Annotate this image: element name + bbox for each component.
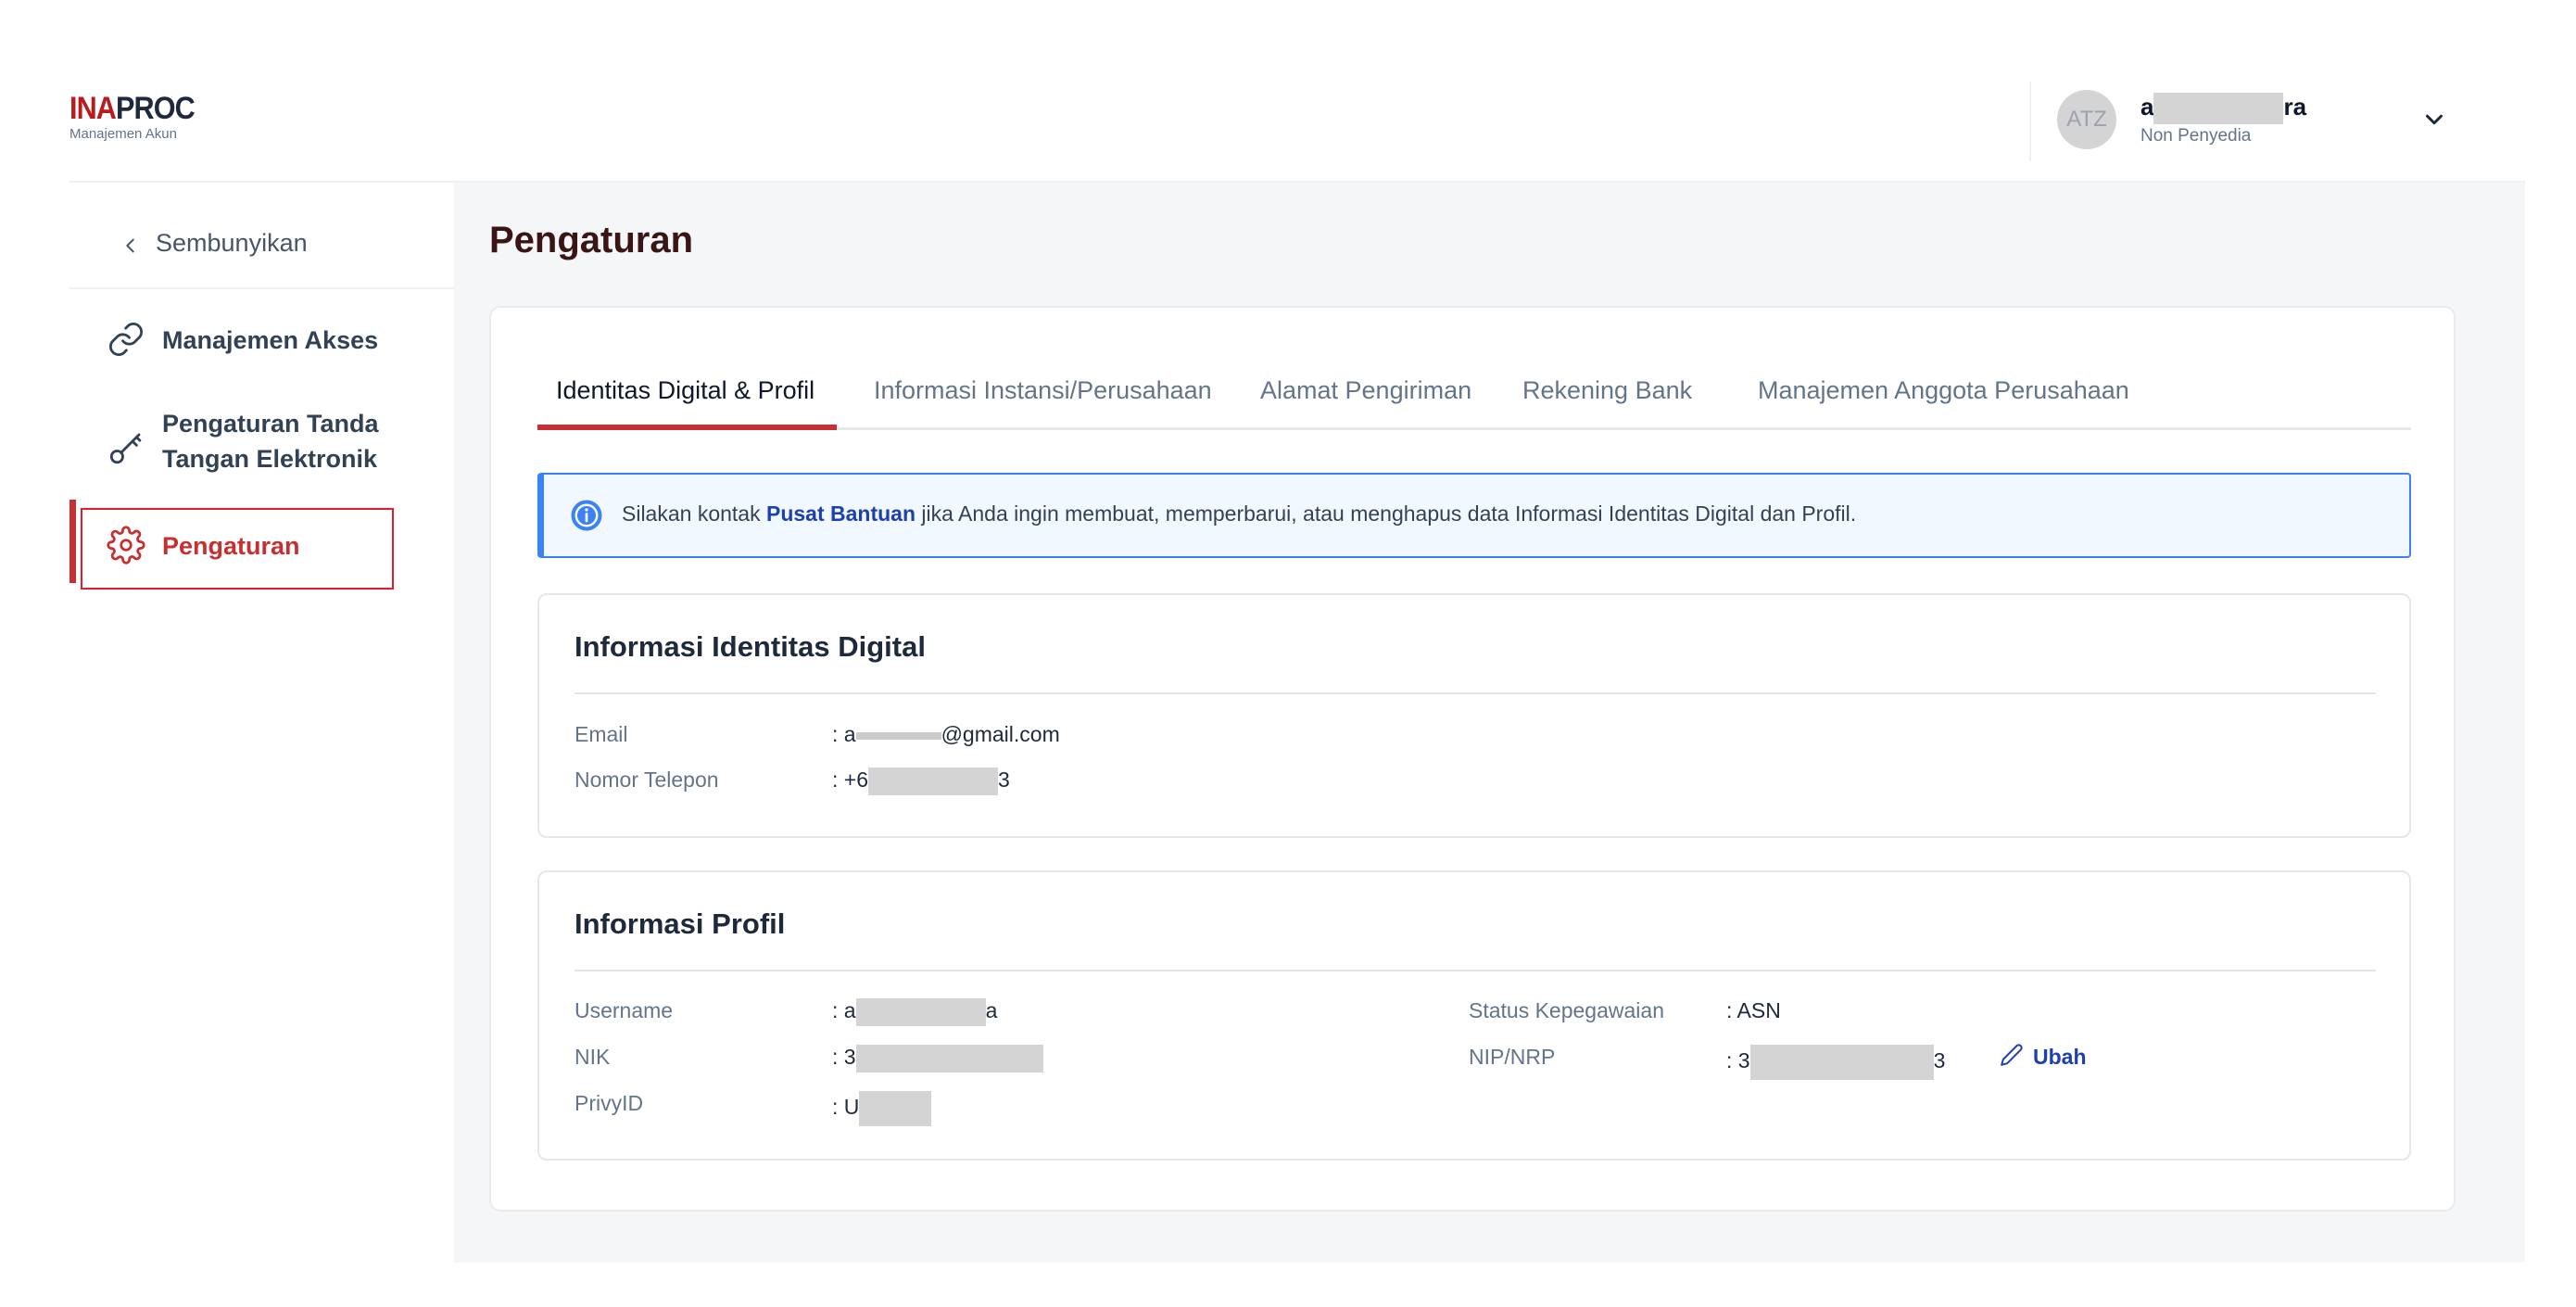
tab-informasi-instansi[interactable]: Informasi Instansi/Perusahaan [874, 376, 1212, 405]
sidebar-hide-toggle[interactable]: Sembunyikan [69, 183, 454, 289]
tab-alamat-pengiriman[interactable]: Alamat Pengiriman [1260, 376, 1471, 405]
username-suffix: a [985, 998, 998, 1023]
nip-label: NIP/NRP [1469, 1045, 1556, 1069]
username-value: : a a [832, 998, 997, 1026]
redacted-mask [855, 731, 941, 740]
privyid-label: PrivyID [575, 1091, 644, 1115]
logo-ina-text: INA [69, 91, 117, 126]
tab-rekening-bank[interactable]: Rekening Bank [1522, 376, 1692, 405]
logo-subtitle: Manajemen Akun [69, 126, 177, 142]
alert-text: Silakan kontak Pusat Bantuan jika Anda i… [622, 501, 1856, 527]
sidebar: Sembunyikan Manajemen Akses Pengaturan T… [69, 183, 454, 1263]
phone-label: Nomor Telepon [575, 768, 719, 792]
sidebar-item-pengaturan[interactable]: Pengaturan [69, 509, 454, 583]
sidebar-item-label-line1: Pengaturan Tanda [162, 410, 379, 438]
privyid-value: : U [832, 1091, 932, 1126]
email-suffix: @gmail.com [941, 722, 1060, 746]
sidebar-item-tanda-tangan[interactable]: Pengaturan Tanda Tangan Elektronik [69, 400, 454, 489]
help-center-link[interactable]: Pusat Bantuan [766, 501, 915, 526]
nip-suffix: 3 [1933, 1048, 1946, 1073]
phone-suffix: 3 [998, 768, 1010, 793]
user-role: Non Penyedia [2140, 126, 2252, 146]
user-name-end: ra [2283, 93, 2307, 121]
nip-prefix: : 3 [1726, 1048, 1750, 1073]
page-title: Pengaturan [489, 220, 694, 260]
sidebar-item-manajemen-akses[interactable]: Manajemen Akses [69, 311, 454, 375]
email-label: Email [575, 722, 628, 746]
tab-identitas-digital[interactable]: Identitas Digital & Profil [556, 376, 814, 405]
logo-proc-text: PROC [116, 91, 196, 126]
nik-value: : 3 [832, 1045, 1043, 1072]
main-content: Pengaturan Identitas Digital & Profil In… [454, 183, 2525, 1263]
employment-status-label: Status Kepegawaian [1469, 998, 1664, 1022]
nik-label: NIK [575, 1045, 611, 1069]
tab-manajemen-anggota[interactable]: Manajemen Anggota Perusahaan [1758, 376, 2129, 405]
avatar: ATZ [2057, 90, 2116, 149]
tab-bar: Identitas Digital & Profil Informasi Ins… [537, 363, 2411, 430]
user-name: a ra [2140, 93, 2307, 125]
alert-suffix: jika Anda ingin membuat, memperbarui, at… [915, 501, 1857, 526]
email-prefix: : a [832, 722, 856, 746]
redacted-mask [855, 998, 986, 1026]
active-tab-underline [537, 425, 837, 430]
username-label: Username [575, 998, 674, 1022]
phone-value: : +6 3 [832, 768, 1010, 795]
redacted-mask [855, 1045, 1043, 1072]
sidebar-item-label: Manajemen Akses [162, 326, 379, 354]
key-icon [109, 433, 142, 464]
chevron-left-icon [126, 238, 134, 253]
phone-prefix: : +6 [832, 768, 869, 793]
redacted-mask [1749, 1045, 1934, 1080]
redacted-mask [868, 768, 999, 795]
section-divider [575, 692, 2376, 694]
chevron-down-icon[interactable] [2420, 106, 2448, 133]
digital-identity-section: Informasi Identitas Digital Email : a @gm… [537, 593, 2411, 838]
user-menu[interactable]: ATZ a ra Non Penyedia [2029, 82, 2456, 161]
pencil-icon[interactable] [2000, 1043, 2024, 1067]
alert-prefix: Silakan kontak [622, 501, 766, 526]
nik-prefix: : 3 [832, 1045, 856, 1070]
info-icon [571, 500, 602, 531]
settings-card: Identitas Digital & Profil Informasi Ins… [489, 306, 2456, 1212]
sidebar-hide-label: Sembunyikan [156, 229, 308, 257]
link-icon [109, 323, 143, 356]
edit-nip-button[interactable]: Ubah [2033, 1045, 2087, 1070]
username-prefix: : a [832, 998, 856, 1023]
email-value: : a @gmail.com [832, 722, 1060, 747]
user-name-start: a [2140, 93, 2154, 121]
redacted-mask [2153, 93, 2284, 125]
privyid-prefix: : U [832, 1095, 860, 1120]
sidebar-item-label: Pengaturan [162, 532, 300, 560]
employment-status-value: : ASN [1726, 998, 1781, 1022]
profile-section: Informasi Profil Username : a a NIK : 3 P… [537, 870, 2411, 1161]
gear-icon [107, 526, 145, 565]
sidebar-item-label-line2: Tangan Elektronik [162, 445, 378, 473]
nip-value: : 3 3 [1726, 1045, 1945, 1080]
inaproc-logo[interactable]: INAPROC Manajemen Akun [69, 93, 208, 142]
section-title: Informasi Profil [575, 907, 786, 940]
section-divider [575, 970, 2376, 971]
redacted-mask [859, 1091, 932, 1126]
info-alert: Silakan kontak Pusat Bantuan jika Anda i… [537, 473, 2411, 558]
section-title: Informasi Identitas Digital [575, 630, 926, 663]
